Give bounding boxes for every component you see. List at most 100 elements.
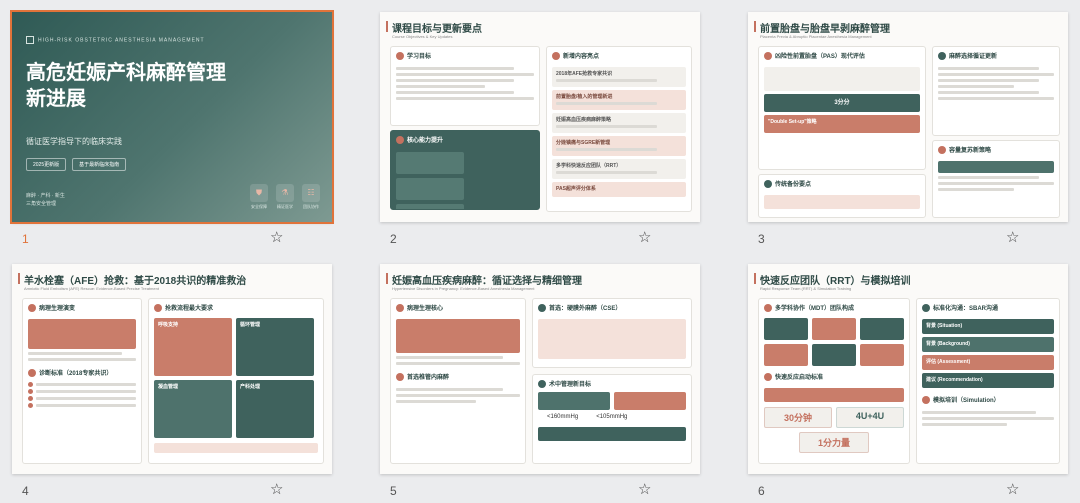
highlight-item: PAS超声评分体系	[552, 182, 686, 197]
star-outline-icon[interactable]: ☆	[1006, 480, 1019, 498]
team-icon-tile: ☷ 团队协作	[300, 184, 322, 212]
team-icon: ☷	[302, 184, 320, 202]
text-line	[922, 417, 1054, 420]
tile-label: 精证医学	[277, 204, 293, 209]
card-heading: 标准化沟通：SBAR沟通	[917, 299, 1059, 316]
lightbulb-icon	[396, 135, 404, 144]
team-tile	[860, 344, 904, 366]
pas-assessment-card: 凶险性前置胎盘（PAS）现代评估 3分分 "Double Set-up"策略	[758, 46, 926, 170]
slide-thumbnail-3[interactable]: 前置胎盘与胎盘早剥麻醉管理 Placenta Previa & Abruptio…	[748, 12, 1080, 254]
rescue-tile-title: 循环管理	[240, 322, 261, 328]
text-line	[556, 171, 657, 174]
sbar-title: 背景 (Background)	[926, 341, 970, 347]
pathophysiology-card: 病理生理演变 诊断标准（2018专家共识）	[22, 298, 142, 464]
slide-1-canvas[interactable]: HIGH-RISK OBSTETRIC ANESTHESIA MANAGEMEN…	[10, 10, 334, 224]
slide-6-subtitle: Rapid Response Team (RRT) & Simulation T…	[760, 286, 852, 291]
check-icon	[538, 303, 546, 312]
slide-thumbnail-6[interactable]: 快速反应团队（RRT）与模拟培训 Rapid Response Team (RR…	[748, 264, 1080, 503]
core-pathophysiology-card: 病理生理核心 首选椎管内麻醉	[390, 298, 526, 464]
card-heading-text: 核心能力提升	[407, 138, 444, 144]
text-line	[922, 423, 1008, 426]
card-heading: 诊断标准（2018专家共识）	[23, 364, 141, 381]
star-outline-icon[interactable]: ☆	[270, 228, 283, 246]
highlight-item: 2018年AFE抢救专家共识	[552, 67, 686, 87]
intraop-target-card: 术中管理新目标 <160mmHg <105mmHg	[532, 374, 692, 464]
core-ability-card: 核心能力提升	[390, 130, 540, 210]
rescue-tile-title: 凝血管理	[158, 384, 179, 390]
text-line	[396, 85, 485, 88]
anesthesia-choice-card: 麻醉选择循证更新	[932, 46, 1060, 136]
highlight-title: 分娩镇痛与SGRE新管理	[556, 140, 611, 146]
card-heading: 新增内容亮点	[547, 47, 691, 64]
stat-box: 4U+4U	[836, 407, 904, 428]
highlight-item: 分娩镇痛与SGRE新管理	[552, 136, 686, 156]
slide-thumbnail-5[interactable]: 妊娠高血压疾病麻醉：循证选择与精细管理 Hypertensive Disorde…	[380, 264, 712, 503]
sbar-title: 评估 (Assessment)	[926, 359, 971, 365]
highlight-title: PAS超声评分体系	[556, 186, 596, 192]
slide-thumbnail-1[interactable]: HIGH-RISK OBSTETRIC ANESTHESIA MANAGEMEN…	[10, 10, 344, 254]
text-line	[938, 79, 1039, 82]
slide-thumbnail-2[interactable]: 课程目标与更新要点 Course Objectives & Key Update…	[380, 12, 712, 254]
card-heading-text: 学习目标	[407, 54, 432, 60]
star-outline-icon[interactable]: ☆	[1006, 228, 1019, 246]
syringe-icon	[938, 51, 946, 60]
star-outline-icon[interactable]: ☆	[638, 228, 651, 246]
criteria-item	[23, 395, 141, 402]
slide-5-canvas[interactable]: 妊娠高血压疾病麻醉：循证选择与精细管理 Hypertensive Disorde…	[380, 264, 700, 474]
heart-icon	[28, 303, 36, 312]
cse-body	[538, 319, 686, 359]
prep-item	[764, 195, 920, 209]
team-tile	[812, 318, 856, 340]
star-outline-icon[interactable]: ☆	[270, 480, 283, 498]
text-line	[938, 182, 1054, 185]
target-block	[614, 392, 686, 410]
text-line	[396, 362, 520, 365]
phase-block	[28, 319, 136, 349]
text-line	[922, 411, 1036, 414]
criteria-item	[23, 388, 141, 395]
bp-targets: <160mmHg <105mmHg	[533, 410, 691, 424]
slide-2-canvas[interactable]: 课程目标与更新要点 Course Objectives & Key Update…	[380, 12, 700, 222]
ability-tiles	[391, 148, 539, 209]
rescue-tile: 循环管理	[236, 318, 314, 376]
card-heading: 抢救流程最大要求	[149, 299, 323, 316]
team-tile	[812, 344, 856, 366]
highlight-title: 妊娠高血压疾病麻醉策略	[556, 117, 612, 123]
slide-4-canvas[interactable]: 羊水栓塞（AFE）抢救：基于2018共识的精准救治 Amniotic Fluid…	[12, 264, 332, 474]
sbar-item: 背景 (Situation)	[922, 319, 1054, 334]
rescue-tile: 呼吸支持	[154, 318, 232, 376]
team-icon	[764, 303, 772, 312]
slide-thumbnail-4[interactable]: 羊水栓塞（AFE）抢救：基于2018共识的精准救治 Amniotic Fluid…	[12, 264, 344, 503]
slide-3-subtitle: Placenta Previa & Abruptio Placentae Ane…	[760, 34, 872, 39]
card-heading-text: 标准化沟通：SBAR沟通	[933, 306, 999, 312]
monitor-icon	[922, 395, 930, 404]
double-setup-banner: "Double Set-up"策略	[764, 115, 920, 133]
highlight-item: 多学科快速反应团队（RRT）	[552, 159, 686, 179]
slide-6-canvas[interactable]: 快速反应团队（RRT）与模拟培训 Rapid Response Team (RR…	[748, 264, 1068, 474]
slide-1-title: 高危妊娠产科麻醉管理新进展	[26, 62, 226, 110]
rescue-tile: 产科处理	[236, 380, 314, 438]
sbar-item: 背景 (Background)	[922, 337, 1054, 352]
highlight-title: 多学科快速反应团队（RRT）	[556, 163, 622, 169]
text-line	[938, 176, 1039, 179]
criteria-item	[23, 402, 141, 409]
slide-5-subtitle: Hypertensive Disorders in Pregnancy: Evi…	[392, 286, 535, 291]
rescue-tiles: 呼吸支持 循环管理 凝血管理 产科处理	[149, 316, 323, 440]
slide-3-canvas[interactable]: 前置胎盘与胎盘早剥麻醉管理 Placenta Previa & Abruptio…	[748, 12, 1068, 222]
slide-number: 6	[758, 484, 765, 498]
target-icon	[396, 51, 404, 60]
card-heading: 多学科协作（MDT）团队构成	[759, 299, 909, 316]
text-line	[28, 358, 136, 361]
text-line	[396, 91, 515, 94]
criteria-item	[23, 381, 141, 388]
star-outline-icon[interactable]: ☆	[638, 480, 651, 498]
slide-sorter-grid: HIGH-RISK OBSTETRIC ANESTHESIA MANAGEMEN…	[0, 0, 1080, 503]
slide-4-subtitle: Amniotic Fluid Embolism (AFE) Rescue: Ev…	[24, 286, 159, 291]
rescue-tile-title: 呼吸支持	[158, 322, 179, 328]
text-line	[396, 79, 515, 82]
text-line	[396, 67, 515, 70]
bullet-icon	[28, 389, 33, 394]
slide-2-title: 课程目标与更新要点	[386, 20, 482, 35]
team-tiles	[759, 316, 909, 368]
gauge-icon	[538, 379, 546, 388]
